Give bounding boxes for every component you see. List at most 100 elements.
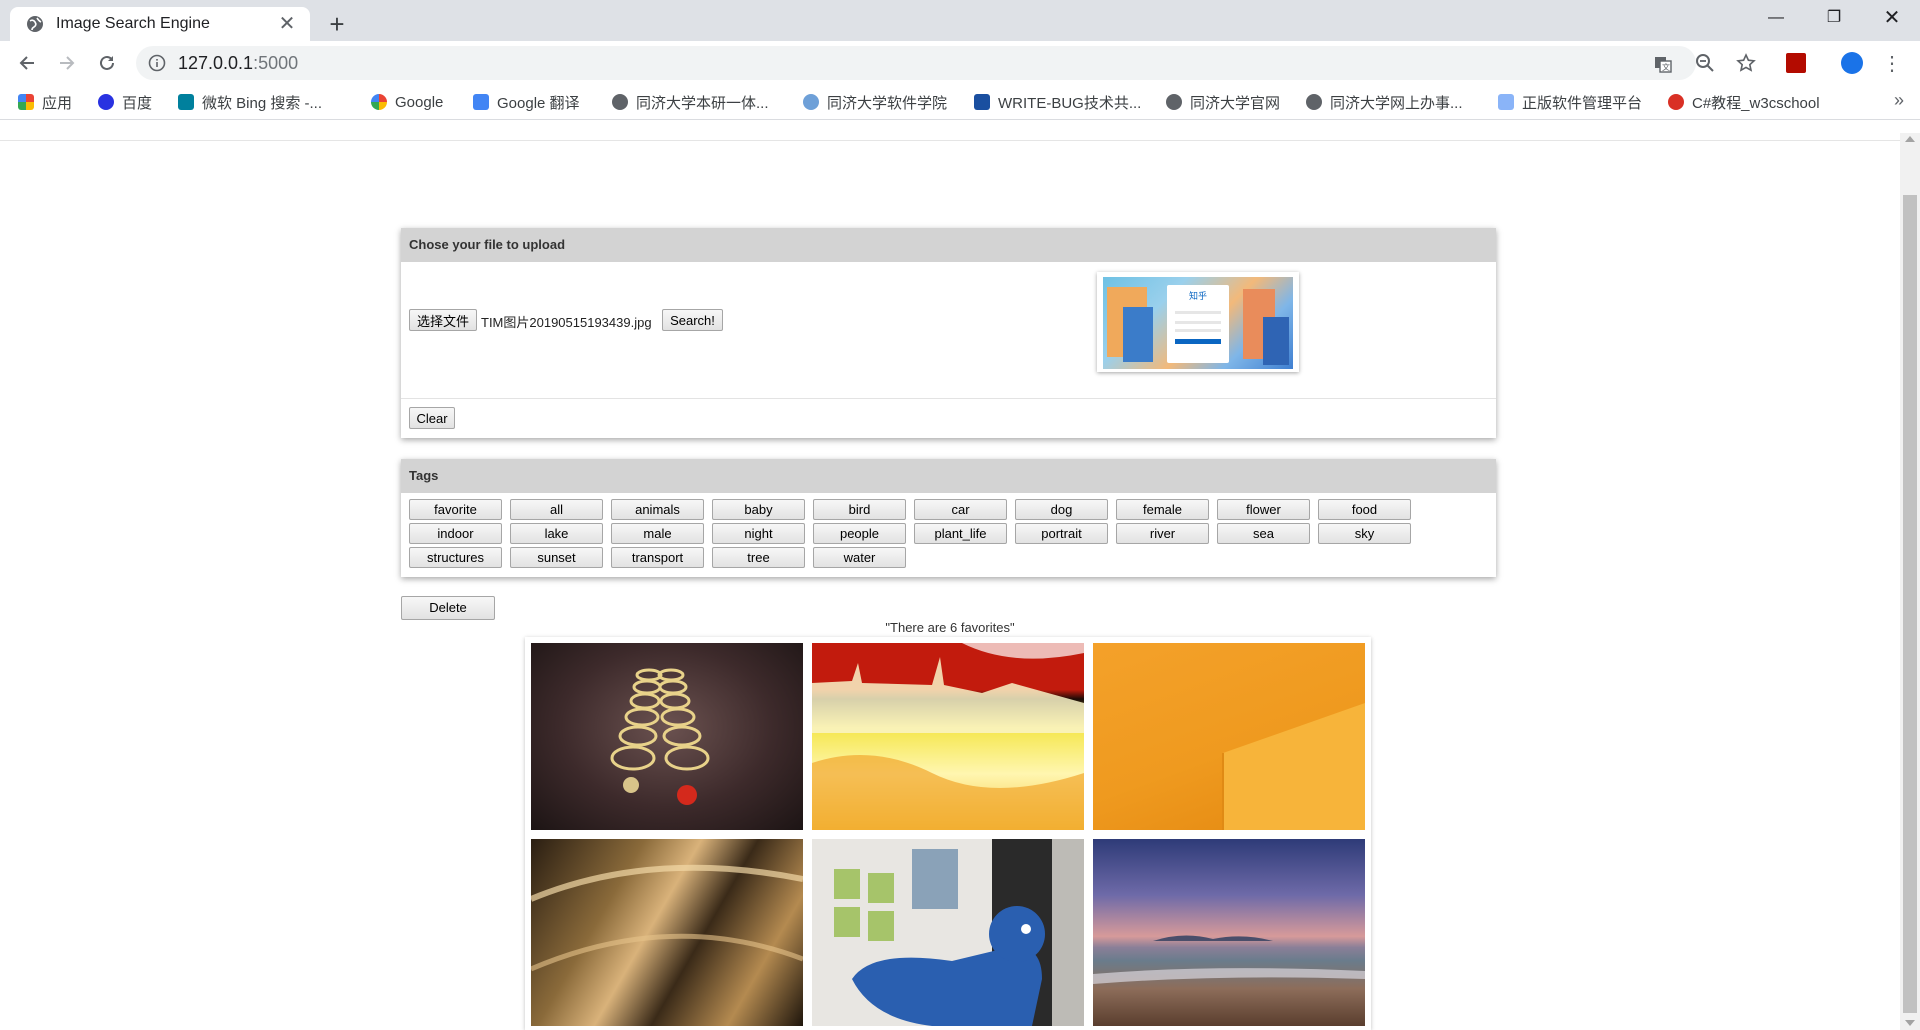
scroll-up-icon[interactable]: [1905, 136, 1915, 142]
bookmark-software-platform[interactable]: 正版软件管理平台: [1498, 91, 1642, 113]
page-divider: [0, 140, 1900, 141]
favorite-image-1[interactable]: [531, 643, 803, 830]
scrollbar[interactable]: [1900, 133, 1920, 1030]
browser-toolbar: 127.0.0.1:5000 文 ⋮: [0, 41, 1920, 84]
reload-button[interactable]: [91, 47, 123, 79]
address-bar[interactable]: 127.0.0.1:5000 文: [136, 46, 1696, 80]
bookmark-google-translate[interactable]: Google 翻译: [473, 91, 580, 113]
scroll-thumb[interactable]: [1903, 195, 1917, 1013]
new-tab-button[interactable]: +: [322, 9, 352, 39]
tag-indoor[interactable]: indoor: [409, 523, 502, 544]
favorite-image-6[interactable]: [1093, 839, 1365, 1026]
svg-text:文: 文: [1662, 62, 1670, 72]
writebug-icon: [974, 94, 990, 110]
star-icon[interactable]: [1732, 49, 1760, 77]
minimize-icon[interactable]: —: [1748, 0, 1804, 36]
castle-silhouette-image: [812, 643, 1084, 830]
tag-bird[interactable]: bird: [813, 499, 906, 520]
more-bookmarks-icon[interactable]: »: [1894, 90, 1904, 111]
translate-icon[interactable]: 文: [1653, 54, 1673, 74]
tag-transport[interactable]: transport: [611, 547, 704, 568]
reload-icon: [100, 55, 114, 70]
favorite-image-2[interactable]: [812, 643, 1084, 830]
globe-icon: [1166, 94, 1182, 110]
tag-baby[interactable]: baby: [712, 499, 805, 520]
bookmark-google[interactable]: Google: [371, 91, 443, 113]
bookmark-tongji-office[interactable]: 同济大学网上办事...: [1306, 91, 1463, 113]
forward-button[interactable]: [51, 47, 83, 79]
favorite-image-5[interactable]: [812, 839, 1084, 1026]
bookmark-w3cschool[interactable]: C#教程_w3cschool: [1668, 91, 1820, 113]
tag-food[interactable]: food: [1318, 499, 1411, 520]
zoom-icon[interactable]: [1691, 49, 1719, 77]
tag-female[interactable]: female: [1116, 499, 1209, 520]
tongji-logo-icon: [803, 94, 819, 110]
tag-plant-life[interactable]: plant_life: [914, 523, 1007, 544]
selected-filename: TIM图片20190515193439.jpg: [481, 315, 652, 330]
tag-male[interactable]: male: [611, 523, 704, 544]
globe-icon: [1306, 94, 1322, 110]
info-icon[interactable]: [148, 54, 166, 72]
tag-river[interactable]: river: [1116, 523, 1209, 544]
tab-strip: Image Search Engine ✕ + — ❐ ✕: [0, 0, 1920, 41]
tag-portrait[interactable]: portrait: [1015, 523, 1108, 544]
tags-panel-header: Tags: [401, 459, 1496, 493]
beach-dusk-image: [1093, 935, 1365, 984]
scroll-down-icon[interactable]: [1905, 1020, 1915, 1026]
tag-favorite[interactable]: favorite: [409, 499, 502, 520]
restore-icon[interactable]: ❐: [1806, 0, 1862, 36]
favorite-image-4[interactable]: [531, 839, 803, 1026]
preview-login-card: 知乎: [1167, 285, 1229, 363]
browser-tab[interactable]: Image Search Engine ✕: [10, 7, 310, 41]
google-icon: [371, 94, 387, 110]
bookmark-baidu[interactable]: 百度: [98, 91, 152, 113]
tag-people[interactable]: people: [813, 523, 906, 544]
tag-sunset[interactable]: sunset: [510, 547, 603, 568]
tag-sky[interactable]: sky: [1318, 523, 1411, 544]
golden-curves-image: [531, 864, 803, 972]
delete-button[interactable]: Delete: [401, 596, 495, 620]
w3cschool-icon: [1668, 94, 1684, 110]
bookmark-apps[interactable]: 应用: [18, 91, 72, 113]
profile-avatar[interactable]: [1838, 49, 1866, 77]
bookmarks-bar: 应用 百度 微软 Bing 搜索 -... Google Google 翻译 同…: [0, 84, 1920, 120]
search-button[interactable]: Search!: [662, 309, 723, 331]
google-translate-icon: [473, 94, 489, 110]
tag-flower[interactable]: flower: [1217, 499, 1310, 520]
favorite-image-3[interactable]: [1093, 643, 1365, 830]
clear-button[interactable]: Clear: [409, 407, 455, 429]
favorites-gallery: [525, 637, 1371, 1030]
tag-night[interactable]: night: [712, 523, 805, 544]
bookmark-bing[interactable]: 微软 Bing 搜索 -...: [178, 91, 322, 113]
blue-graffiti-image: [834, 839, 1084, 1026]
upload-preview: 知乎: [1097, 272, 1299, 372]
back-button[interactable]: [11, 47, 43, 79]
tag-tree[interactable]: tree: [712, 547, 805, 568]
tag-car[interactable]: car: [914, 499, 1007, 520]
tag-water[interactable]: water: [813, 547, 906, 568]
tag-structures[interactable]: structures: [409, 547, 502, 568]
close-window-icon[interactable]: ✕: [1864, 0, 1920, 36]
upload-panel-divider: [401, 398, 1496, 399]
choose-file-button[interactable]: 选择文件: [409, 309, 477, 331]
arrow-left-icon: [19, 56, 34, 70]
lighted-circles-image: [610, 668, 710, 805]
pdf-extension-icon[interactable]: [1782, 49, 1810, 77]
upload-panel-header: Chose your file to upload: [401, 228, 1496, 262]
tag-all[interactable]: all: [510, 499, 603, 520]
bookmark-tongji-portal[interactable]: 同济大学本研一体...: [612, 91, 769, 113]
bookmark-tongji-software[interactable]: 同济大学软件学院: [803, 91, 947, 113]
bookmark-tongji-official[interactable]: 同济大学官网: [1166, 91, 1280, 113]
bookmark-writebug[interactable]: WRITE-BUG技术共...: [974, 91, 1141, 113]
document-icon: [1498, 94, 1514, 110]
tag-lake[interactable]: lake: [510, 523, 603, 544]
arrow-right-icon: [60, 56, 75, 70]
menu-icon[interactable]: ⋮: [1878, 49, 1906, 77]
close-tab-icon[interactable]: ✕: [276, 13, 298, 35]
tag-animals[interactable]: animals: [611, 499, 704, 520]
favorites-count: "There are 6 favorites": [885, 620, 1015, 635]
url-text: 127.0.0.1:5000: [178, 53, 299, 73]
tag-sea[interactable]: sea: [1217, 523, 1310, 544]
orange-wall-image: [1222, 703, 1365, 830]
tag-dog[interactable]: dog: [1015, 499, 1108, 520]
